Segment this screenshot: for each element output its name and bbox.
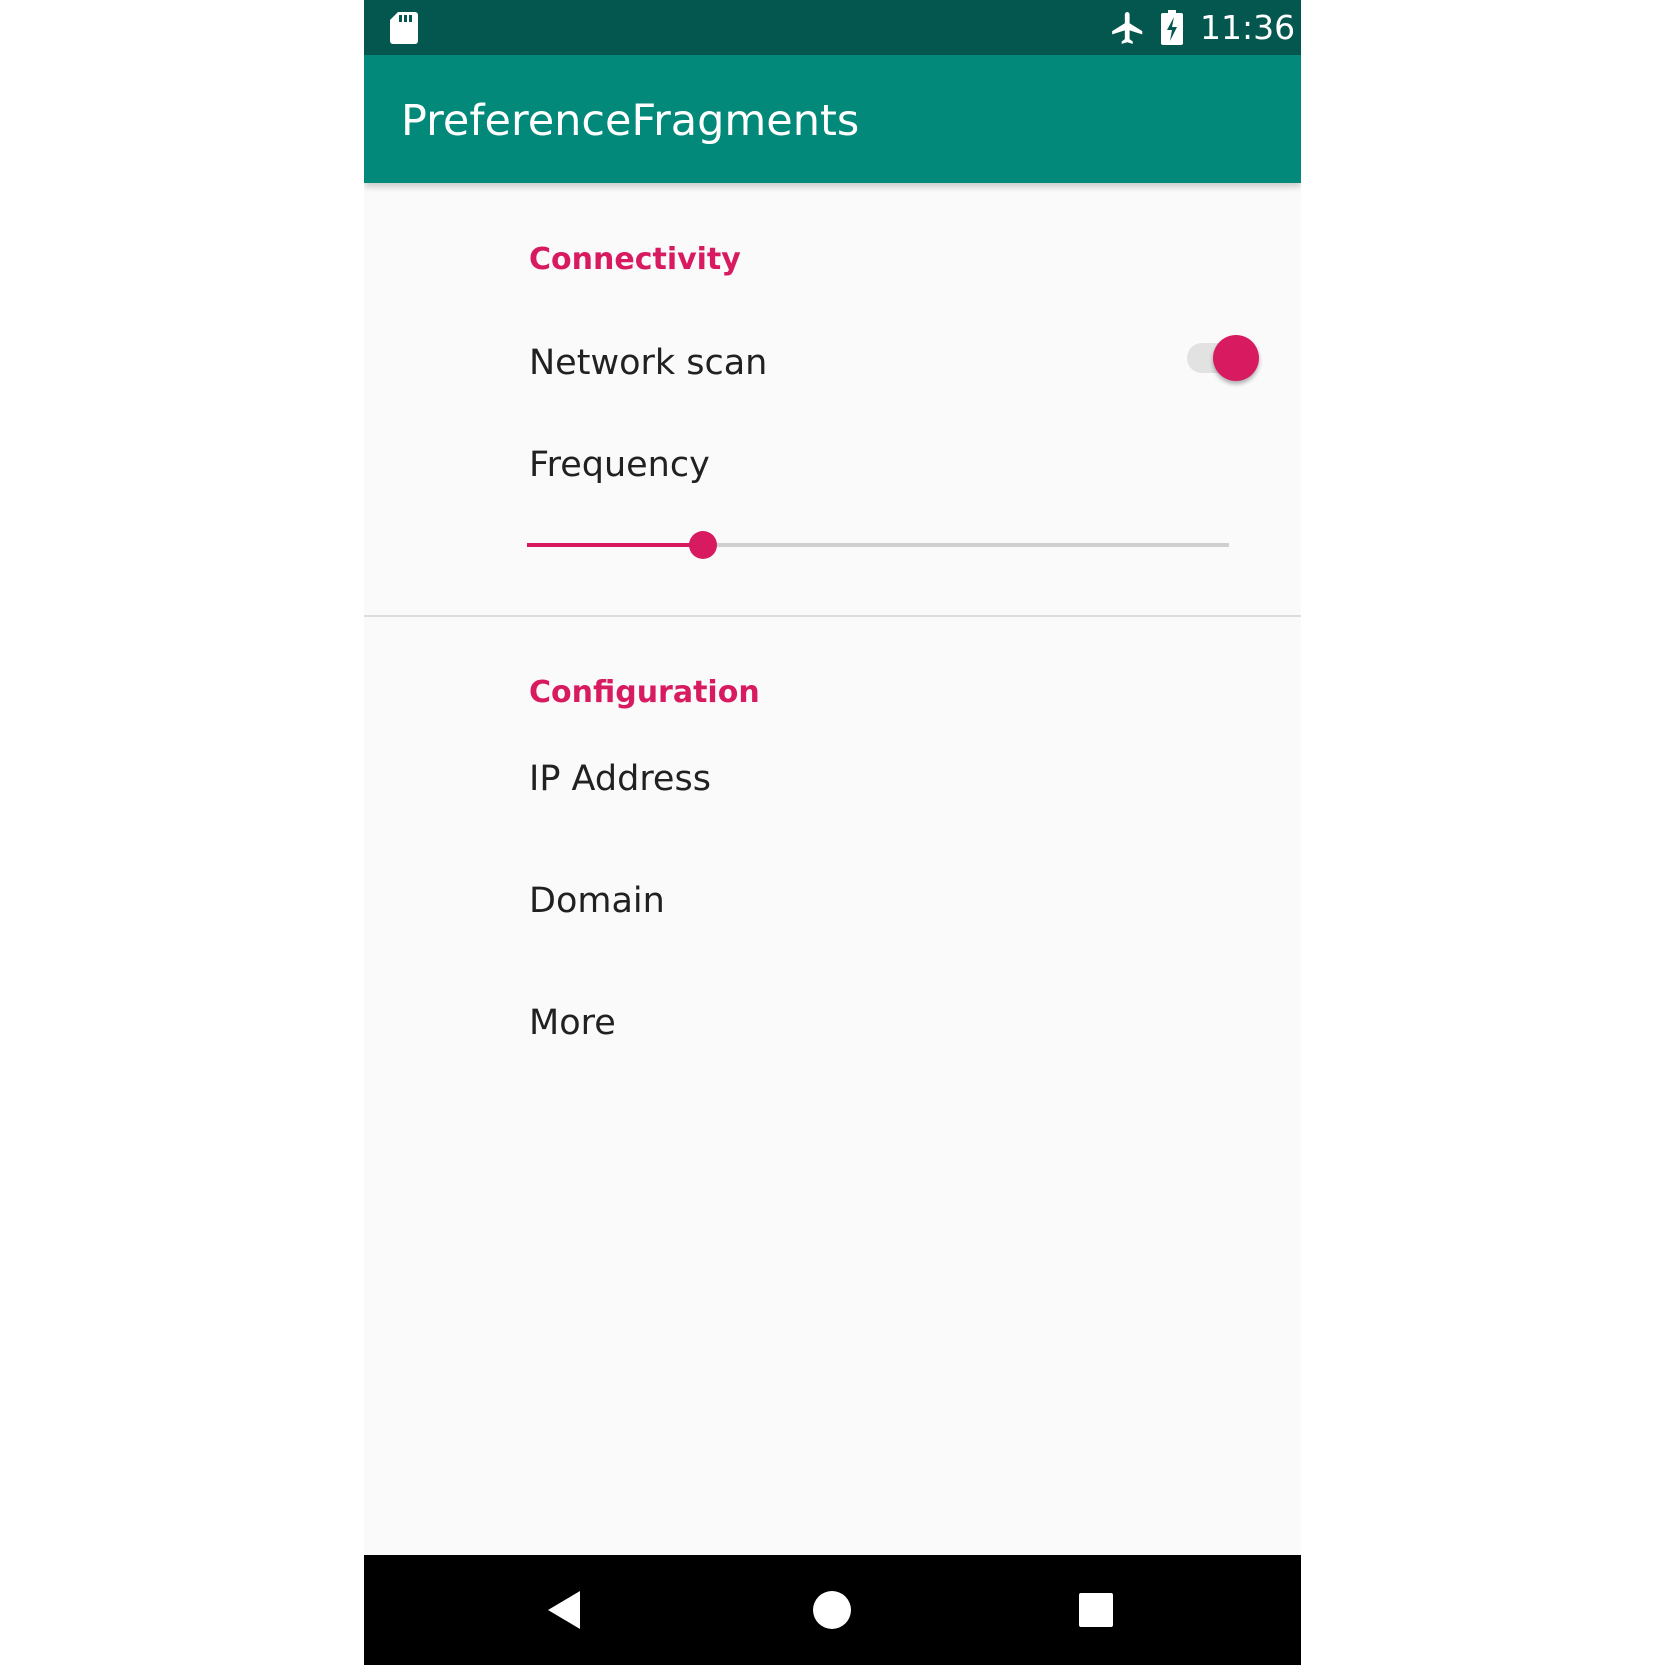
preference-item-domain[interactable]: Domain: [364, 855, 1301, 977]
frequency-title: Frequency: [529, 445, 710, 485]
airplane-icon: [1112, 12, 1143, 44]
slider-thumb[interactable]: [689, 531, 717, 559]
navigation-bar: [364, 1555, 1301, 1665]
app-bar: PreferenceFragments: [364, 55, 1301, 183]
app-title: PreferenceFragments: [401, 96, 860, 146]
status-clock: 11:36: [1200, 8, 1296, 47]
switch-thumb: [1213, 335, 1259, 381]
category-title-connectivity: Connectivity: [529, 242, 741, 277]
home-icon[interactable]: [807, 1585, 857, 1635]
more-title: More: [529, 1003, 616, 1043]
status-bar: 11:36: [364, 0, 1301, 55]
frequency-slider[interactable]: [527, 528, 1229, 562]
network-scan-preference[interactable]: Network scan: [364, 303, 1301, 423]
category-title-configuration: Configuration: [529, 675, 760, 710]
back-icon[interactable]: [544, 1585, 594, 1635]
preference-item-ip-address[interactable]: IP Address: [364, 733, 1301, 855]
preference-item-more[interactable]: More: [364, 977, 1301, 1099]
network-scan-title: Network scan: [529, 343, 768, 383]
slider-fill: [527, 543, 703, 547]
recents-icon[interactable]: [1071, 1585, 1121, 1635]
domain-title: Domain: [529, 881, 665, 921]
sd-card-icon: [390, 12, 418, 44]
category-divider: [364, 615, 1301, 617]
preferences-list: Connectivity Network scan Frequency Conf…: [364, 183, 1301, 1555]
battery-charging-icon: [1161, 10, 1183, 45]
ip-address-title: IP Address: [529, 759, 711, 799]
network-scan-switch[interactable]: [1185, 325, 1265, 381]
phone-screen: 11:36 PreferenceFragments Connectivity N…: [364, 0, 1301, 1665]
